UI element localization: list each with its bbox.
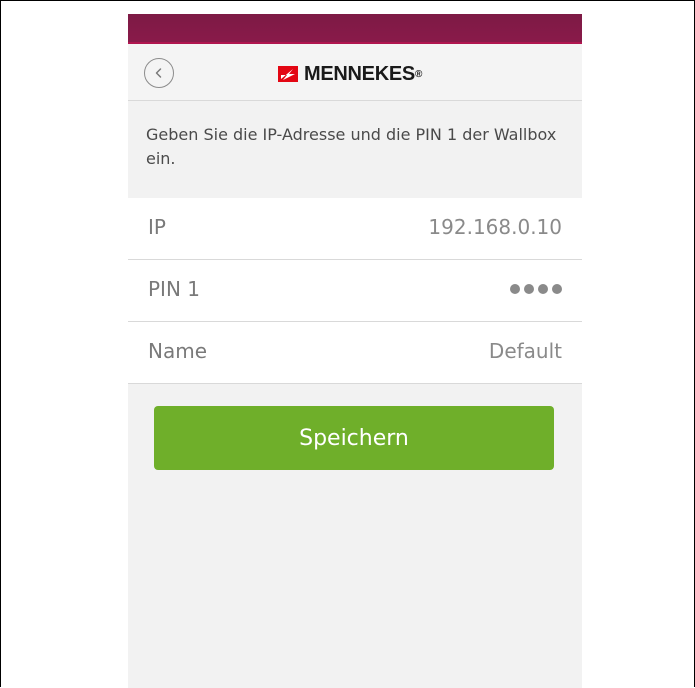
connection-form: IP PIN 1 Name (128, 198, 582, 384)
ip-row[interactable]: IP (128, 198, 582, 260)
name-row[interactable]: Name (128, 322, 582, 384)
brand-logo: MENNEKES ® (278, 62, 422, 86)
ip-label: IP (148, 215, 166, 239)
app-screen: MENNEKES ® Geben Sie die IP-Adresse und d… (128, 14, 582, 688)
registered-mark: ® (414, 68, 423, 80)
pin-dot (524, 284, 534, 294)
name-label: Name (148, 339, 208, 363)
instruction-text: Geben Sie die IP-Adresse und die PIN 1 d… (146, 125, 557, 168)
back-button[interactable] (144, 58, 174, 88)
pin-field[interactable] (510, 284, 562, 294)
pin-label: PIN 1 (148, 277, 201, 301)
name-field[interactable] (312, 339, 562, 363)
ip-field[interactable] (312, 215, 562, 239)
mennekes-logo-icon (278, 66, 298, 82)
brand-name: MENNEKES (304, 62, 415, 85)
pin-dot (510, 284, 520, 294)
chevron-left-icon (155, 68, 162, 78)
save-button[interactable]: Speichern (154, 406, 554, 470)
status-bar (128, 14, 582, 44)
pin-row[interactable]: PIN 1 (128, 260, 582, 322)
pin-dot (552, 284, 562, 294)
pin-dot (538, 284, 548, 294)
app-header: MENNEKES ® (128, 44, 582, 101)
